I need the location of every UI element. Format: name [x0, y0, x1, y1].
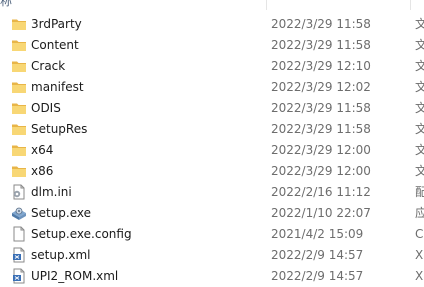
file-date: 2022/3/29 11:58 [271, 17, 371, 31]
file-row-setupres[interactable]: SetupRes 2022/3/29 11:58 文 [0, 119, 424, 140]
file-name: ODIS [31, 101, 61, 115]
file-date: 2022/2/9 14:57 [271, 248, 364, 262]
file-name: x64 [31, 143, 54, 157]
folder-icon [11, 79, 27, 95]
folder-icon [11, 16, 27, 32]
file-date: 2022/3/29 11:58 [271, 38, 371, 52]
folder-icon [11, 100, 27, 116]
file-name: dlm.ini [31, 185, 72, 199]
file-type: C [415, 227, 424, 241]
file-name: manifest [31, 80, 84, 94]
file-row-odis[interactable]: ODIS 2022/3/29 11:58 文 [0, 98, 424, 119]
file-date: 2022/3/29 11:58 [271, 101, 371, 115]
file-date: 2021/4/2 15:09 [271, 227, 364, 241]
config-file-icon [11, 226, 27, 242]
file-row-content[interactable]: Content 2022/3/29 11:58 文 [0, 35, 424, 56]
file-name: setup.xml [31, 248, 91, 262]
file-type: X [415, 248, 424, 262]
file-name: Setup.exe [31, 206, 92, 220]
folder-icon [11, 163, 27, 179]
file-type: 应 [415, 206, 424, 220]
file-name: 3rdParty [31, 17, 82, 31]
file-type: 文 [415, 143, 424, 157]
column-separator[interactable] [266, 0, 267, 10]
folder-icon [11, 58, 27, 74]
file-type: 文 [415, 101, 424, 115]
installer-exe-icon [11, 205, 27, 221]
folder-icon [11, 142, 27, 158]
file-name: x86 [31, 164, 54, 178]
file-row-dlm-ini[interactable]: dlm.ini 2022/2/16 11:12 配 [0, 182, 424, 203]
ini-settings-icon [11, 184, 27, 200]
file-row-setup-exe[interactable]: Setup.exe 2022/1/10 22:07 应 [0, 203, 424, 224]
column-name-header[interactable]: 称 [0, 0, 12, 8]
file-name: Content [31, 38, 79, 52]
file-date: 2022/3/29 11:58 [271, 122, 371, 136]
file-type: 文 [415, 122, 424, 136]
folder-icon [11, 121, 27, 137]
file-date: 2022/3/29 12:00 [271, 143, 371, 157]
file-row-x86[interactable]: x86 2022/3/29 12:00 文 [0, 161, 424, 182]
file-row-3rdparty[interactable]: 3rdParty 2022/3/29 11:58 文 [0, 14, 424, 35]
file-row-manifest[interactable]: manifest 2022/3/29 12:02 文 [0, 77, 424, 98]
file-type: 文 [415, 80, 424, 94]
file-type: 配 [415, 185, 424, 199]
file-date: 2022/2/16 11:12 [271, 185, 371, 199]
file-date: 2022/1/10 22:07 [271, 206, 371, 220]
file-row-setup-exe-config[interactable]: Setup.exe.config 2021/4/2 15:09 C [0, 224, 424, 245]
file-type: 文 [415, 164, 424, 178]
file-row-setup-xml[interactable]: setup.xml 2022/2/9 14:57 X [0, 245, 424, 266]
column-header: 称 [0, 0, 424, 10]
file-name: Crack [31, 59, 66, 73]
file-date: 2022/3/29 12:10 [271, 59, 371, 73]
file-date: 2022/3/29 12:02 [271, 80, 371, 94]
file-name: SetupRes [31, 122, 88, 136]
file-name: Setup.exe.config [31, 227, 132, 241]
xml-file-icon [11, 247, 27, 263]
file-row-x64[interactable]: x64 2022/3/29 12:00 文 [0, 140, 424, 161]
file-list: 3rdParty 2022/3/29 11:58 文 Content 2022/… [0, 14, 424, 287]
column-separator[interactable] [410, 0, 411, 10]
file-type: 文 [415, 59, 424, 73]
xml-file-icon [11, 268, 27, 284]
file-row-crack[interactable]: Crack 2022/3/29 12:10 文 [0, 56, 424, 77]
file-type: 文 [415, 38, 424, 52]
file-date: 2022/3/29 12:00 [271, 164, 371, 178]
folder-icon [11, 37, 27, 53]
file-type: 文 [415, 17, 424, 31]
